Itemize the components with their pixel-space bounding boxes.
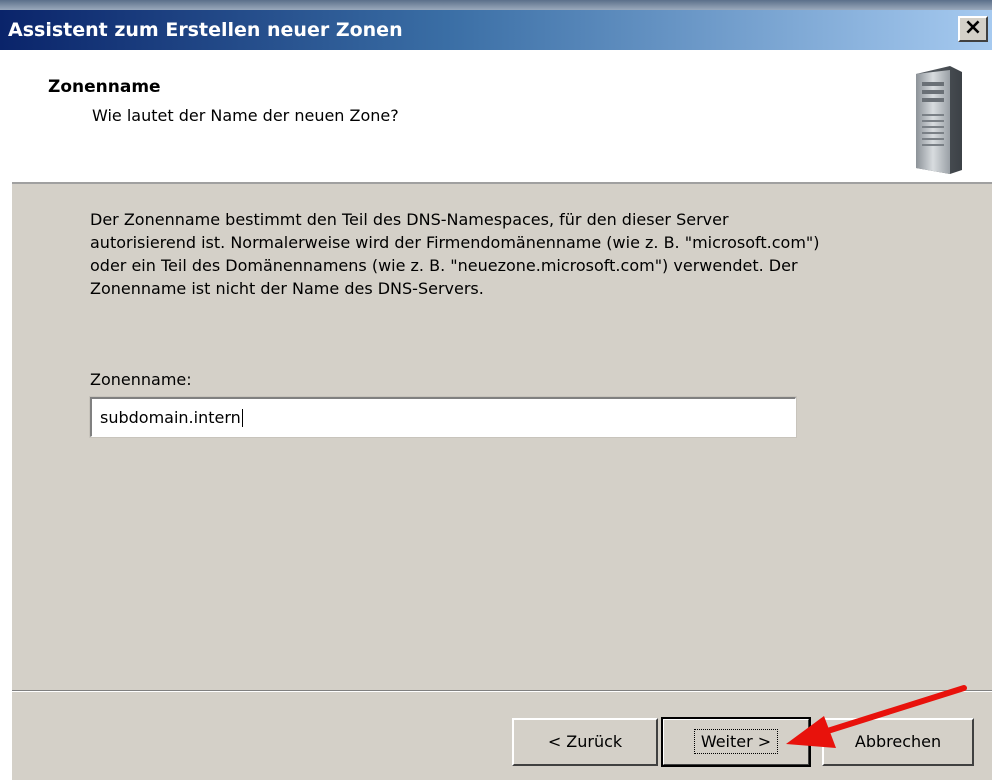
description-line: oder ein Teil des Domänennamens (wie z. … — [90, 256, 798, 275]
window-title: Assistent zum Erstellen neuer Zonen — [8, 19, 403, 41]
title-bar[interactable]: Assistent zum Erstellen neuer Zonen × — [0, 10, 992, 50]
zone-name-label: Zonenname: — [90, 370, 192, 389]
back-button[interactable]: < Zurück — [512, 718, 658, 766]
next-button-label: Weiter > — [693, 729, 779, 754]
text-caret — [241, 409, 243, 427]
close-icon: × — [963, 15, 983, 40]
zone-name-input[interactable]: subdomain.intern — [89, 396, 797, 438]
page-title: Zonenname — [48, 77, 161, 97]
wizard-header: Zonenname Wie lautet der Name der neuen … — [12, 50, 992, 184]
description-line: autorisierend ist. Normalerweise wird de… — [90, 233, 820, 252]
back-button-label: < Zurück — [547, 732, 623, 751]
zone-name-value: subdomain.intern — [100, 408, 241, 427]
page-subtitle: Wie lautet der Name der neuen Zone? — [92, 106, 399, 125]
description-line: Der Zonenname bestimmt den Teil des DNS-… — [90, 210, 729, 229]
top-strip — [0, 0, 992, 10]
description-line: Zonenname ist nicht der Name des DNS-Ser… — [90, 279, 484, 298]
zone-description: Der Zonenname bestimmt den Teil des DNS-… — [90, 208, 960, 300]
server-tower-icon — [916, 66, 962, 174]
close-button[interactable]: × — [958, 16, 988, 42]
red-arrow-icon — [786, 685, 967, 748]
left-edge — [0, 50, 12, 780]
